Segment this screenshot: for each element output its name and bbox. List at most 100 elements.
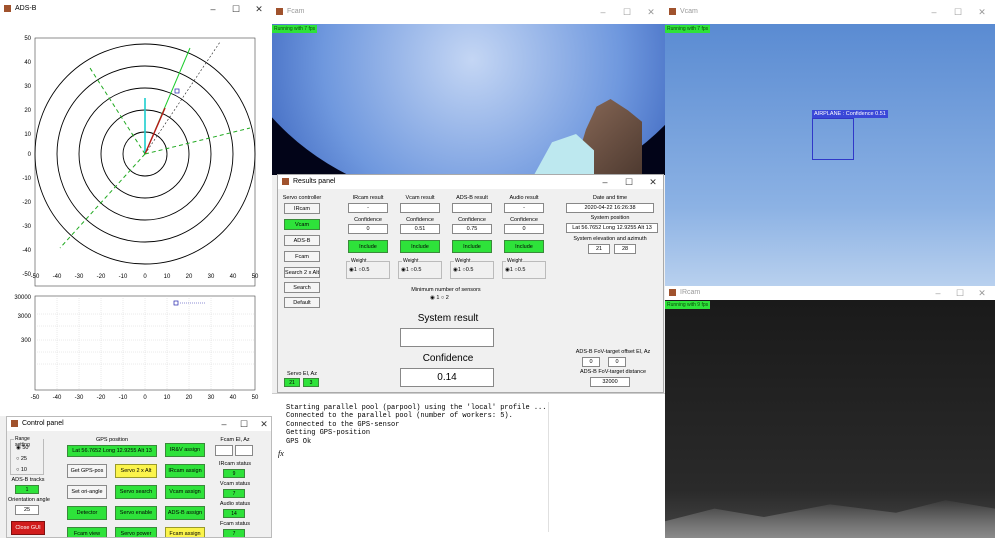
- polar-x-tick: -50: [31, 274, 40, 280]
- servo-search-button[interactable]: Servo search: [115, 485, 157, 499]
- confidence-title: Confidence: [422, 353, 474, 364]
- polar-y-tick: 0: [28, 152, 32, 158]
- audio-result-value: -: [504, 203, 544, 213]
- adsb-weight-radio[interactable]: ◉1 ○0.5: [453, 267, 473, 273]
- polar-x-tick: 20: [186, 274, 193, 280]
- close-gui-button[interactable]: Close GUI: [11, 521, 45, 535]
- fcam-az-input[interactable]: [235, 445, 253, 456]
- close-icon[interactable]: ✕: [644, 0, 658, 24]
- fcam-view-button[interactable]: Fcam view: [67, 527, 107, 537]
- vcam-confidence-label: Confidence: [406, 217, 434, 223]
- servo-fcam-button[interactable]: Fcam: [284, 251, 320, 262]
- servo-el-value: 21: [284, 378, 300, 387]
- minimize-icon[interactable]: –: [931, 286, 945, 300]
- ircam-status: Running with 9 fps: [665, 301, 711, 309]
- close-icon[interactable]: ✕: [975, 0, 989, 24]
- weight-option: 1: [353, 267, 357, 273]
- maximize-icon[interactable]: ☐: [622, 175, 636, 189]
- close-icon[interactable]: ✕: [252, 0, 266, 18]
- matlab-icon: [276, 8, 283, 15]
- minimize-icon[interactable]: –: [206, 0, 220, 18]
- control-panel-window: Control panel – ☐ ✕ Range setting ◉ 50 ○…: [6, 416, 272, 538]
- gps-position-label: GPS position: [95, 437, 129, 443]
- servo-search-button[interactable]: Search: [284, 282, 320, 293]
- range-radio-50[interactable]: ◉ 50: [16, 445, 28, 451]
- vcam-window: Vcam – ☐ ✕ Running with 7 fps AIRPLANE :…: [665, 0, 995, 286]
- audio-result-header: Audio result: [509, 195, 539, 201]
- servo-vcam-button[interactable]: Vcam: [284, 219, 320, 230]
- servo-power-button[interactable]: Servo power: [115, 527, 157, 537]
- fcam-el-az-label: Fcam El, Az: [220, 437, 250, 443]
- alt-x-tick: 10: [164, 395, 171, 401]
- servo-controller-label: Servo controller: [282, 195, 322, 201]
- polar-y-tick: 50: [24, 36, 31, 42]
- vcam-weight-radio[interactable]: ◉1 ○0.5: [401, 267, 421, 273]
- fcam-el-input[interactable]: [215, 445, 233, 456]
- command-window[interactable]: Starting parallel pool (parpool) using t…: [272, 393, 665, 538]
- matlab-icon: [11, 420, 18, 427]
- detector-button[interactable]: Detector: [67, 506, 107, 520]
- weight-label: Weight: [506, 258, 524, 264]
- fx-prompt-icon: fx: [278, 449, 284, 458]
- range-radio-25[interactable]: ○ 25: [16, 456, 27, 462]
- matlab-icon: [4, 5, 11, 12]
- fcam-assign-button[interactable]: Fcam assign: [165, 527, 205, 537]
- minimize-icon[interactable]: –: [598, 175, 612, 189]
- irv-assign-button[interactable]: IR&V assign: [165, 443, 205, 457]
- weight-label: Weight: [454, 258, 472, 264]
- orientation-input[interactable]: 25: [15, 505, 39, 515]
- range-radio-10[interactable]: ○ 10: [16, 467, 27, 473]
- servo-adsb-button[interactable]: ADS-B: [284, 235, 320, 246]
- servo-enable-button[interactable]: Servo enable: [115, 506, 157, 520]
- adsb-confidence-label: Confidence: [458, 217, 486, 223]
- min-sensors-radio[interactable]: ◉ 1 ○ 2: [430, 295, 449, 301]
- get-gps-button[interactable]: Get GPS-pos: [67, 464, 107, 478]
- audio-weight-radio[interactable]: ◉1 ○0.5: [505, 267, 525, 273]
- alt-x-tick: -40: [53, 395, 62, 401]
- polar-y-tick: -10: [22, 176, 31, 182]
- set-ori-angle-button[interactable]: Set ori-angle: [67, 485, 107, 499]
- ircam-assign-button[interactable]: IRcam assign: [165, 464, 205, 478]
- maximize-icon[interactable]: ☐: [620, 0, 634, 24]
- close-icon[interactable]: ✕: [646, 175, 660, 189]
- weight-option: 0.5: [413, 267, 422, 273]
- system-elevation-value: 21: [588, 244, 610, 254]
- minimize-icon[interactable]: –: [596, 0, 610, 24]
- maximize-icon[interactable]: ☐: [951, 0, 965, 24]
- range-option-label: 25: [20, 456, 27, 462]
- servo-ircam-button[interactable]: IRcam: [284, 203, 320, 214]
- close-icon[interactable]: ✕: [975, 286, 989, 300]
- vcam-detection-label: AIRPLANE : Confidence 0.51: [812, 110, 888, 118]
- range-option-label: 10: [20, 467, 27, 473]
- fov-offset-label: ADS-B FoV-target offset El, Az: [575, 349, 651, 355]
- weight-label: Weight: [350, 258, 368, 264]
- audio-status-label: Audio status: [219, 501, 251, 507]
- minimize-icon[interactable]: –: [217, 417, 231, 431]
- vcam-include-button[interactable]: Include: [400, 240, 440, 253]
- servo-search-2x-alt-button[interactable]: Search 2 x Alt: [284, 267, 320, 278]
- maximize-icon[interactable]: ☐: [237, 417, 251, 431]
- ircam-include-button[interactable]: Include: [348, 240, 388, 253]
- minimize-icon[interactable]: –: [927, 0, 941, 24]
- adsb-assign-button[interactable]: ADS-B assign: [165, 506, 205, 520]
- alt-x-tick: 0: [143, 395, 147, 401]
- window-title: IRcam: [680, 289, 701, 296]
- fov-offset-az: 0: [608, 357, 626, 367]
- maximize-icon[interactable]: ☐: [229, 0, 243, 18]
- adsb-include-button[interactable]: Include: [452, 240, 492, 253]
- command-line: Connected to the parallel pool (number o…: [286, 412, 513, 420]
- polar-x-tick: -40: [53, 274, 62, 280]
- matlab-icon: [669, 289, 676, 296]
- ircam-confidence-value: 0: [348, 224, 388, 234]
- maximize-icon[interactable]: ☐: [953, 286, 967, 300]
- vcam-assign-button[interactable]: Vcam assign: [165, 485, 205, 499]
- vcam-confidence-value: 0.51: [400, 224, 440, 234]
- servo-default-button[interactable]: Default: [284, 297, 320, 308]
- ircam-weight-radio[interactable]: ◉1 ○0.5: [349, 267, 369, 273]
- servo-2x-alt-button[interactable]: Servo 2 x Alt: [115, 464, 157, 478]
- polar-y-tick: -30: [22, 224, 31, 230]
- alt-x-tick: -30: [75, 395, 84, 401]
- close-icon[interactable]: ✕: [257, 417, 271, 431]
- audio-include-button[interactable]: Include: [504, 240, 544, 253]
- adsb-confidence-value: 0.75: [452, 224, 492, 234]
